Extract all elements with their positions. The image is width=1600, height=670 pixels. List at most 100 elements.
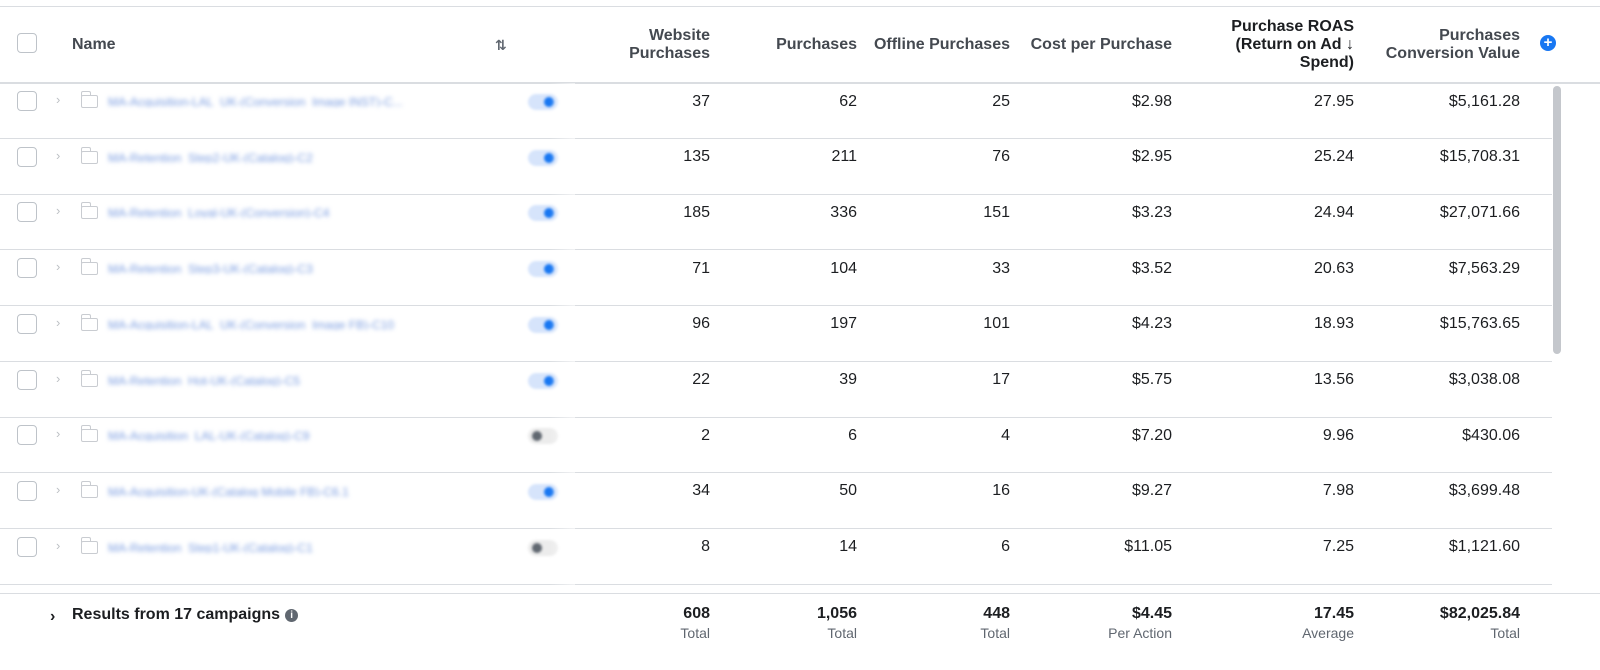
conversion-value-cell: $3,038.08	[1448, 371, 1520, 388]
offline-purchases-cell: 33	[992, 259, 1010, 277]
campaign-name-link[interactable]: MA-Retention_Step3-UK-(Catalog)-C3	[108, 262, 313, 274]
chevron-right-icon[interactable]: ›	[56, 315, 60, 330]
campaign-status-toggle[interactable]	[528, 372, 558, 389]
row-checkbox[interactable]	[17, 369, 37, 390]
column-header-offline-purchases[interactable]: Offline Purchases	[860, 8, 1010, 82]
campaign-status-toggle[interactable]	[528, 149, 558, 166]
row-checkbox[interactable]	[17, 202, 37, 223]
purchase-roas-cell: 20.63	[1313, 259, 1354, 277]
row-checkbox[interactable]	[17, 313, 37, 334]
folder-icon	[80, 425, 98, 443]
row-checkbox[interactable]	[17, 258, 37, 279]
folder-icon	[80, 313, 98, 331]
folder-icon	[80, 202, 98, 220]
campaign-name-link[interactable]: MA-Acquisition-LAL_UK-(Conversion_Image …	[108, 95, 403, 107]
purchase-roas-cell: 18.93	[1313, 315, 1354, 333]
offline-purchases-cell: 101	[983, 315, 1010, 333]
column-header-cost-per-purchase[interactable]: Cost per Purchase	[1015, 8, 1172, 82]
purchases-cell: 336	[830, 203, 857, 221]
row-checkbox[interactable]	[17, 536, 37, 557]
website-purchases-cell: 22	[692, 371, 710, 388]
campaign-status-toggle[interactable]	[528, 94, 558, 110]
folder-icon	[80, 536, 98, 554]
total-website-purchases: 608 Total	[680, 605, 710, 641]
toggle-knob	[544, 97, 554, 107]
offline-purchases-cell: 151	[983, 203, 1010, 221]
toggle-knob	[544, 486, 554, 497]
conversion-value-cell: $15,708.31	[1439, 148, 1520, 166]
campaign-name-link[interactable]: MA-Retention_Loyal-UK-(Conversion)-C4	[108, 206, 329, 218]
cost-per-purchase-cell: $9.27	[1131, 482, 1172, 500]
results-summary[interactable]: Results from 17 campaigns i	[72, 606, 299, 624]
cost-per-purchase-cell: $3.23	[1131, 203, 1172, 221]
row-checkbox[interactable]	[17, 480, 37, 501]
chevron-right-icon[interactable]: ›	[56, 371, 60, 386]
folder-icon	[80, 91, 98, 108]
toggle-knob	[532, 542, 542, 553]
column-header-name[interactable]: Name	[72, 8, 272, 82]
row-checkbox[interactable]	[17, 425, 37, 446]
chevron-right-icon[interactable]: ›	[56, 92, 60, 107]
column-header-website-purchases[interactable]: Website Purchases	[560, 8, 710, 82]
cost-per-purchase-cell: $4.23	[1131, 315, 1172, 333]
cost-per-purchase-cell: $2.98	[1131, 92, 1172, 110]
table-row[interactable]: › MA-Acquisition-LAL_UK-(Conversion_Image…	[0, 306, 1552, 362]
conversion-value-cell: $1,121.60	[1448, 538, 1520, 556]
chevron-right-icon[interactable]: ›	[50, 608, 55, 626]
table-row[interactable]: › MA-Acquisition-UK-(Catalog Mobile FB)-C…	[0, 473, 1552, 529]
toggle-knob	[544, 152, 554, 163]
cost-per-purchase-cell: $3.52	[1131, 259, 1172, 277]
table-row[interactable]: › MA-Retention_Step3-UK-(Catalog)-C3 71 104…	[0, 250, 1552, 307]
chevron-right-icon[interactable]: ›	[56, 482, 60, 497]
row-checkbox[interactable]	[17, 91, 37, 111]
campaign-status-toggle[interactable]	[528, 261, 558, 278]
chevron-right-icon[interactable]: ›	[56, 426, 60, 441]
toggle-knob	[544, 208, 554, 219]
chevron-right-icon[interactable]: ›	[56, 203, 60, 218]
purchase-roas-cell: 27.95	[1313, 92, 1354, 110]
sort-arrows-icon[interactable]: ⇅	[495, 37, 507, 54]
folder-icon	[80, 480, 98, 498]
column-header-purchase-roas[interactable]: Purchase ROAS (Return on Ad ↓ Spend)	[1180, 8, 1354, 82]
plus-circle-icon[interactable]: +	[1540, 35, 1556, 51]
purchases-cell: 197	[830, 315, 857, 333]
column-header-conversion-value[interactable]: Purchases Conversion Value	[1360, 8, 1520, 82]
chevron-right-icon[interactable]: ›	[56, 259, 60, 274]
campaign-name-link[interactable]: MA-Acquisition-UK-(Catalog Mobile FB)-C6…	[108, 485, 349, 497]
purchase-roas-cell: 7.25	[1322, 538, 1354, 556]
campaign-name-link[interactable]: MA-Retention_Step2-UK-(Catalog)-C2	[108, 151, 313, 163]
table-row[interactable]: › MA-Acquisition_LAL-UK-(Catalog)-C9 2 6 4 $7…	[0, 417, 1552, 474]
website-purchases-cell: 96	[692, 315, 710, 333]
campaign-status-toggle[interactable]	[528, 483, 558, 500]
table-row[interactable]: › MA-Acquisition-LAL_UK-(Conversion_Image…	[0, 83, 1552, 139]
campaign-status-toggle[interactable]	[528, 428, 558, 445]
cost-per-purchase-cell: $5.75	[1131, 371, 1172, 388]
info-icon[interactable]: i	[285, 609, 299, 622]
select-all-checkbox[interactable]	[17, 33, 37, 53]
conversion-value-cell: $3,699.48	[1448, 482, 1520, 500]
campaign-name-link[interactable]: MA-Acquisition-LAL_UK-(Conversion_Image …	[108, 318, 394, 330]
campaign-name-link[interactable]: MA-Acquisition_LAL-UK-(Catalog)-C9	[108, 429, 309, 441]
column-header-purchases[interactable]: Purchases	[720, 8, 857, 82]
table-row[interactable]: › MA-Retention_Step2-UK-(Catalog)-C2 135 21…	[0, 139, 1552, 195]
offline-purchases-cell: 25	[992, 92, 1010, 110]
chevron-right-icon[interactable]: ›	[56, 538, 60, 553]
folder-icon	[80, 146, 98, 164]
campaign-status-toggle[interactable]	[528, 316, 558, 333]
purchases-cell: 39	[839, 371, 857, 388]
campaign-name-link[interactable]: MA-Retention_Hot-UK-(Catalog)-C5	[108, 374, 300, 386]
vertical-scrollbar[interactable]	[1553, 86, 1561, 354]
table-row[interactable]: › MA-Retention_Step1-UK-(Catalog)-C1 8 14 6 $…	[0, 529, 1552, 585]
campaign-rows: › MA-Acquisition-LAL_UK-(Conversion_Image…	[0, 83, 1552, 593]
purchases-cell: 6	[848, 426, 857, 444]
purchases-cell: 50	[839, 482, 857, 500]
table-row[interactable]: › MA-Retention_Loyal-UK-(Conversion)-C4 18…	[0, 194, 1552, 251]
campaign-name-link[interactable]: MA-Retention_Step1-UK-(Catalog)-C1	[108, 541, 313, 553]
toggle-knob	[544, 264, 554, 275]
campaign-status-toggle[interactable]	[528, 539, 558, 556]
row-checkbox[interactable]	[17, 146, 37, 167]
chevron-right-icon[interactable]: ›	[56, 148, 60, 163]
purchases-cell: 211	[831, 148, 857, 166]
table-row[interactable]: › MA-Retention_Hot-UK-(Catalog)-C5 22 39 17 $…	[0, 362, 1552, 418]
campaign-status-toggle[interactable]	[528, 205, 558, 222]
